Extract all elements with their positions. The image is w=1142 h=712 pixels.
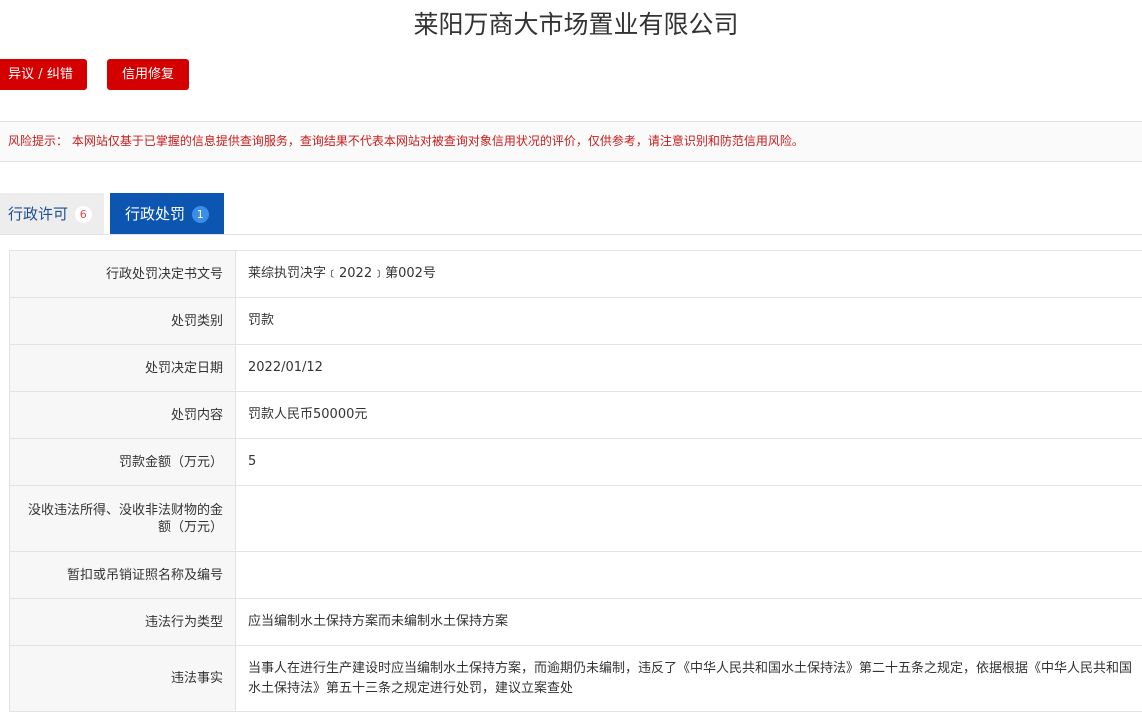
row-value: 罚款: [236, 298, 1142, 345]
tab-label: 行政许可: [8, 205, 68, 223]
tab-administrative-penalty[interactable]: 行政处罚 1: [110, 193, 224, 235]
row-value: [236, 486, 1142, 552]
company-title: 莱阳万商大市场置业有限公司: [0, 8, 1142, 42]
count-badge: 1: [192, 206, 209, 223]
row-label: 暂扣或吊销证照名称及编号: [10, 552, 236, 599]
table-row: 罚款金额（万元） 5: [10, 439, 1142, 486]
table-row: 行政处罚决定书文号 莱综执罚决字﹝2022﹞第002号: [10, 251, 1142, 298]
tab-label: 行政处罚: [125, 205, 185, 223]
credit-repair-button[interactable]: 信用修复: [107, 59, 189, 90]
row-value: 5: [236, 439, 1142, 486]
row-label: 处罚类别: [10, 298, 236, 345]
count-badge: 6: [75, 206, 92, 223]
row-value: 当事人在进行生产建设时应当编制水土保持方案，而逾期仍未编制，违反了《中华人民共和…: [236, 646, 1142, 712]
table-row: 没收违法所得、没收非法财物的金额（万元）: [10, 486, 1142, 552]
table-row: 处罚决定日期 2022/01/12: [10, 345, 1142, 392]
row-label: 没收违法所得、没收非法财物的金额（万元）: [10, 486, 236, 552]
table-row: 处罚类别 罚款: [10, 298, 1142, 345]
row-value: [236, 552, 1142, 599]
risk-notice: 风险提示： 本网站仅基于已掌握的信息提供查询服务，查询结果不代表本网站对被查询对…: [0, 121, 1142, 162]
dispute-correction-button[interactable]: 异议 / 纠错: [0, 59, 87, 90]
table-row: 违法事实 当事人在进行生产建设时应当编制水土保持方案，而逾期仍未编制，违反了《中…: [10, 646, 1142, 712]
row-label: 违法行为类型: [10, 599, 236, 646]
row-label: 处罚决定日期: [10, 345, 236, 392]
row-label: 处罚内容: [10, 392, 236, 439]
tab-administrative-license[interactable]: 行政许可 6: [0, 193, 104, 235]
row-value: 罚款人民币50000元: [236, 392, 1142, 439]
table-row: 暂扣或吊销证照名称及编号: [10, 552, 1142, 599]
table-row: 处罚内容 罚款人民币50000元: [10, 392, 1142, 439]
row-label: 罚款金额（万元）: [10, 439, 236, 486]
penalty-detail-table: 行政处罚决定书文号 莱综执罚决字﹝2022﹞第002号 处罚类别 罚款 处罚决定…: [9, 250, 1142, 712]
row-value: 莱综执罚决字﹝2022﹞第002号: [236, 251, 1142, 298]
row-value: 应当编制水土保持方案而未编制水土保持方案: [236, 599, 1142, 646]
row-label: 行政处罚决定书文号: [10, 251, 236, 298]
tab-divider: [0, 234, 1142, 235]
row-value: 2022/01/12: [236, 345, 1142, 392]
table-row: 违法行为类型 应当编制水土保持方案而未编制水土保持方案: [10, 599, 1142, 646]
row-label: 违法事实: [10, 646, 236, 712]
